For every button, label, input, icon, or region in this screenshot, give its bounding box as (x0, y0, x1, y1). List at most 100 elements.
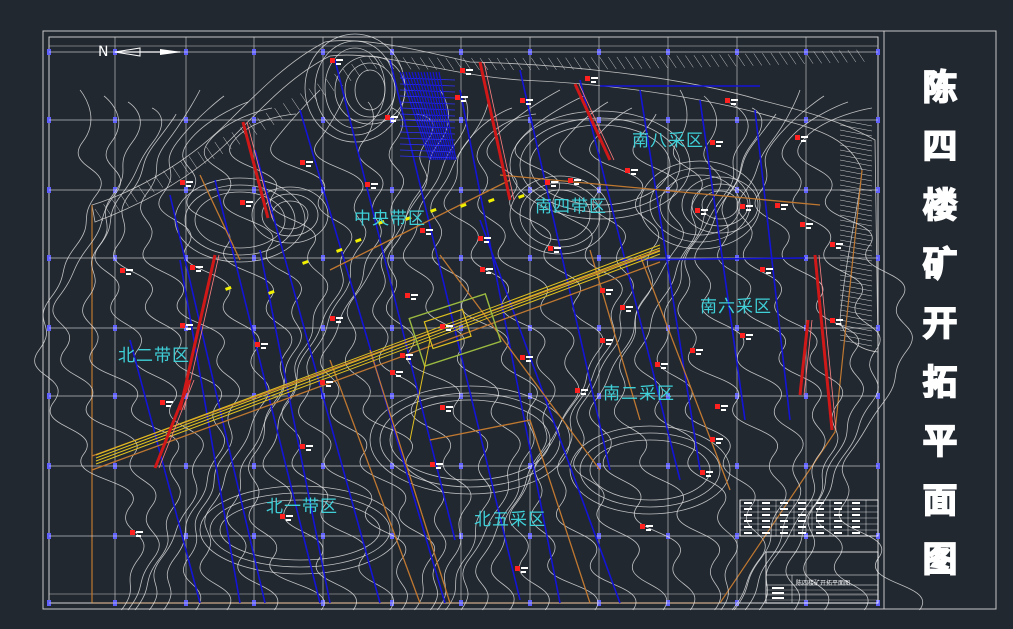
hatch-stroke (402, 57, 412, 70)
hatch-stroke (787, 52, 797, 65)
blue-fault (754, 109, 791, 421)
hatch-stroke (770, 52, 780, 66)
red-fault-edge (818, 254, 837, 431)
borehole-red (440, 405, 445, 410)
hatch-stroke (839, 199, 873, 207)
red-fault (798, 319, 810, 396)
hatch-stroke (839, 179, 873, 187)
hatch-stroke (171, 165, 181, 179)
borehole-red (255, 342, 260, 347)
hatch-stroke (839, 159, 873, 167)
borehole-label (391, 116, 398, 118)
hatch-stroke (693, 55, 703, 68)
hatch-stroke (206, 146, 215, 159)
borehole-red (390, 370, 395, 375)
borehole-label (701, 209, 708, 211)
borehole-red (478, 236, 483, 241)
borehole-red (515, 566, 520, 571)
borehole-label (836, 243, 843, 245)
borehole-label (721, 409, 726, 411)
borehole-red (480, 267, 485, 272)
borehole-label (646, 525, 653, 527)
hatch-stroke (531, 57, 540, 71)
borehole-red (710, 437, 715, 442)
title-char: 开 (922, 303, 958, 345)
hatch-stroke (839, 279, 873, 287)
borehole-label (186, 324, 193, 326)
hatch-stroke (146, 180, 155, 193)
borehole-label (521, 571, 526, 573)
hatch-stroke (839, 129, 873, 137)
hatch-stroke (839, 139, 873, 147)
legend-cell-text (780, 520, 788, 522)
hatch-stroke (642, 56, 651, 69)
roadway (439, 254, 601, 471)
borehole-label (766, 272, 771, 274)
borehole-yellow (355, 237, 362, 243)
borehole-red (400, 353, 405, 358)
borehole-label (446, 329, 451, 331)
hatch-stroke (419, 57, 429, 70)
borehole-label (436, 467, 441, 469)
legend-cell-text (834, 532, 842, 534)
red-fault (813, 254, 834, 431)
hatch-stroke (839, 154, 873, 162)
contour-closed (334, 55, 406, 125)
borehole-red (568, 178, 573, 183)
hatch-stroke (736, 53, 745, 67)
hatch-stroke (839, 164, 873, 172)
hatch-stroke (608, 56, 617, 70)
borehole-red (455, 95, 460, 100)
hatch-stroke (839, 264, 873, 272)
title-table-text (772, 597, 784, 599)
borehole-label (606, 339, 613, 341)
borehole-red (130, 530, 135, 535)
borehole-red (620, 305, 625, 310)
borehole-label (136, 535, 141, 537)
borehole-label (646, 529, 651, 531)
legend-cell-text (816, 502, 824, 504)
hatch-stroke (839, 244, 873, 252)
borehole-label (701, 213, 706, 215)
borehole-label (551, 181, 558, 183)
legend-cell-text (816, 526, 824, 528)
borehole-label (446, 410, 451, 412)
legend-cell-text (798, 520, 806, 522)
borehole-label (606, 289, 613, 291)
borehole-label (554, 251, 559, 253)
hatch-stroke (428, 57, 437, 70)
contour (514, 95, 637, 611)
title-char: 平 (922, 421, 958, 463)
borehole-red (625, 168, 630, 173)
hatch-stroke (830, 50, 839, 63)
borehole-label (574, 179, 581, 181)
borehole-label (484, 241, 489, 243)
borehole-red (740, 204, 745, 209)
legend-cell-text (834, 502, 842, 504)
hatch-stroke (668, 55, 677, 69)
borehole-label (406, 354, 413, 356)
legend-cell-text (744, 508, 752, 510)
hatch-stroke (676, 55, 685, 68)
hatch-stroke (129, 189, 138, 203)
hatch-stroke (496, 57, 506, 71)
hatch-stroke (445, 57, 454, 70)
hatch-stroke (839, 304, 873, 312)
legend-cell-text (834, 520, 842, 522)
borehole-yellow (302, 259, 309, 265)
title-char: 四 (922, 126, 958, 168)
legend-cell-text (798, 532, 806, 534)
borehole-label (746, 205, 753, 207)
vertical-title: 陈 四 楼 矿 开 拓 平 面 图 (884, 33, 995, 609)
borehole-red (760, 267, 765, 272)
hatch-stroke (556, 57, 566, 70)
borehole-label (336, 317, 343, 319)
red-fault-zones (153, 61, 837, 469)
legend-cell-text (762, 526, 770, 528)
contour-closed (569, 425, 731, 515)
hatch-stroke (548, 57, 557, 70)
hatch-stroke (796, 51, 805, 65)
borehole-label (801, 140, 806, 142)
legend-cell-text (762, 520, 770, 522)
borehole-label (696, 349, 703, 351)
